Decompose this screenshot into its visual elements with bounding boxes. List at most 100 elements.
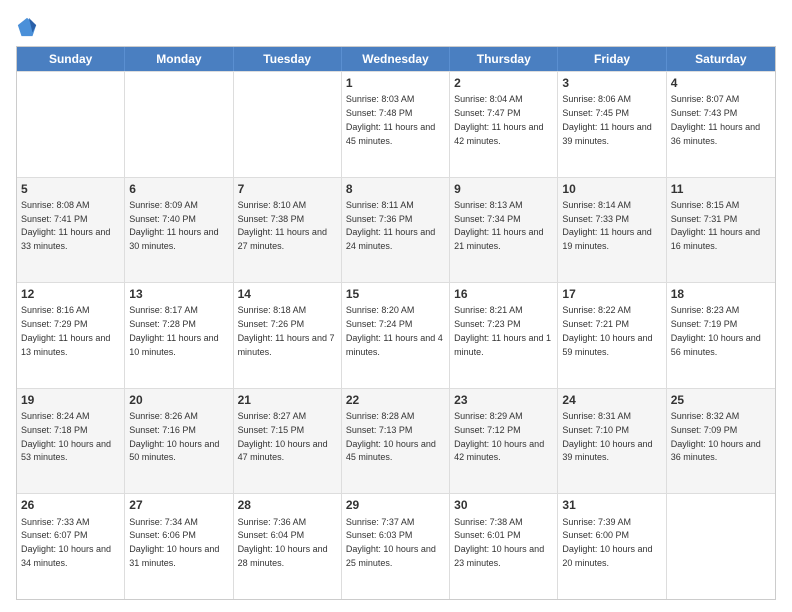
day-number: 1 bbox=[346, 75, 445, 91]
calendar-cell bbox=[125, 72, 233, 177]
calendar-cell: 26Sunrise: 7:33 AM Sunset: 6:07 PM Dayli… bbox=[17, 494, 125, 599]
calendar-cell: 20Sunrise: 8:26 AM Sunset: 7:16 PM Dayli… bbox=[125, 389, 233, 494]
day-number: 16 bbox=[454, 286, 553, 302]
cell-sun-info: Sunrise: 7:36 AM Sunset: 6:04 PM Dayligh… bbox=[238, 517, 328, 568]
day-number: 31 bbox=[562, 497, 661, 513]
calendar-row: 26Sunrise: 7:33 AM Sunset: 6:07 PM Dayli… bbox=[17, 493, 775, 599]
calendar-cell: 6 Sunrise: 8:09 AM Sunset: 7:40 PM Daylig… bbox=[125, 178, 233, 283]
weekday-header: Saturday bbox=[667, 47, 775, 71]
day-number: 11 bbox=[671, 181, 771, 197]
cell-sun-info: Sunrise: 8:17 AM Sunset: 7:28 PM Dayligh… bbox=[129, 305, 218, 356]
calendar-cell: 16 Sunrise: 8:21 AM Sunset: 7:23 PM Dayli… bbox=[450, 283, 558, 388]
calendar-cell: 11 Sunrise: 8:15 AM Sunset: 7:31 PM Dayli… bbox=[667, 178, 775, 283]
calendar-cell: 28 Sunrise: 7:36 AM Sunset: 6:04 PM Dayli… bbox=[234, 494, 342, 599]
cell-sun-info: Sunrise: 8:13 AM Sunset: 7:34 PM Dayligh… bbox=[454, 200, 543, 251]
cell-sun-info: Sunrise: 8:15 AM Sunset: 7:31 PM Dayligh… bbox=[671, 200, 760, 251]
day-number: 10 bbox=[562, 181, 661, 197]
cell-sun-info: Sunrise: 8:06 AM Sunset: 7:45 PM Dayligh… bbox=[562, 94, 651, 145]
cell-sun-info: Sunrise: 8:03 AM Sunset: 7:48 PM Dayligh… bbox=[346, 94, 435, 145]
calendar-cell bbox=[17, 72, 125, 177]
calendar-cell: 15Sunrise: 8:20 AM Sunset: 7:24 PM Dayli… bbox=[342, 283, 450, 388]
calendar-cell: 12 Sunrise: 8:16 AM Sunset: 7:29 PM Dayli… bbox=[17, 283, 125, 388]
calendar-cell: 29 Sunrise: 7:37 AM Sunset: 6:03 PM Dayli… bbox=[342, 494, 450, 599]
calendar-cell: 2Sunrise: 8:04 AM Sunset: 7:47 PM Daylig… bbox=[450, 72, 558, 177]
calendar-row: 5Sunrise: 8:08 AM Sunset: 7:41 PM Daylig… bbox=[17, 177, 775, 283]
calendar-cell: 4 Sunrise: 8:07 AM Sunset: 7:43 PM Daylig… bbox=[667, 72, 775, 177]
weekday-header: Wednesday bbox=[342, 47, 450, 71]
weekday-header: Friday bbox=[558, 47, 666, 71]
calendar-row: 12 Sunrise: 8:16 AM Sunset: 7:29 PM Dayli… bbox=[17, 282, 775, 388]
calendar-cell: 1 Sunrise: 8:03 AM Sunset: 7:48 PM Daylig… bbox=[342, 72, 450, 177]
calendar-cell: 30 Sunrise: 7:38 AM Sunset: 6:01 PM Dayli… bbox=[450, 494, 558, 599]
calendar-cell bbox=[667, 494, 775, 599]
calendar: SundayMondayTuesdayWednesdayThursdayFrid… bbox=[16, 46, 776, 600]
calendar-cell: 24 Sunrise: 8:31 AM Sunset: 7:10 PM Dayli… bbox=[558, 389, 666, 494]
day-number: 3 bbox=[562, 75, 661, 91]
calendar-row: 19Sunrise: 8:24 AM Sunset: 7:18 PM Dayli… bbox=[17, 388, 775, 494]
cell-sun-info: Sunrise: 7:38 AM Sunset: 6:01 PM Dayligh… bbox=[454, 517, 544, 568]
day-number: 9 bbox=[454, 181, 553, 197]
day-number: 8 bbox=[346, 181, 445, 197]
day-number: 23 bbox=[454, 392, 553, 408]
day-number: 30 bbox=[454, 497, 553, 513]
day-number: 4 bbox=[671, 75, 771, 91]
day-number: 22 bbox=[346, 392, 445, 408]
day-number: 29 bbox=[346, 497, 445, 513]
day-number: 27 bbox=[129, 497, 228, 513]
cell-sun-info: Sunrise: 8:22 AM Sunset: 7:21 PM Dayligh… bbox=[562, 305, 652, 356]
calendar-cell: 13Sunrise: 8:17 AM Sunset: 7:28 PM Dayli… bbox=[125, 283, 233, 388]
cell-sun-info: Sunrise: 8:29 AM Sunset: 7:12 PM Dayligh… bbox=[454, 411, 544, 462]
cell-sun-info: Sunrise: 7:39 AM Sunset: 6:00 PM Dayligh… bbox=[562, 517, 652, 568]
cell-sun-info: Sunrise: 8:27 AM Sunset: 7:15 PM Dayligh… bbox=[238, 411, 328, 462]
cell-sun-info: Sunrise: 8:18 AM Sunset: 7:26 PM Dayligh… bbox=[238, 305, 335, 356]
day-number: 25 bbox=[671, 392, 771, 408]
calendar-cell: 25 Sunrise: 8:32 AM Sunset: 7:09 PM Dayli… bbox=[667, 389, 775, 494]
calendar-cell: 8 Sunrise: 8:11 AM Sunset: 7:36 PM Daylig… bbox=[342, 178, 450, 283]
day-number: 26 bbox=[21, 497, 120, 513]
header bbox=[16, 12, 776, 38]
cell-sun-info: Sunrise: 7:34 AM Sunset: 6:06 PM Dayligh… bbox=[129, 517, 219, 568]
day-number: 17 bbox=[562, 286, 661, 302]
cell-sun-info: Sunrise: 8:28 AM Sunset: 7:13 PM Dayligh… bbox=[346, 411, 436, 462]
calendar-cell: 31 Sunrise: 7:39 AM Sunset: 6:00 PM Dayli… bbox=[558, 494, 666, 599]
cell-sun-info: Sunrise: 8:21 AM Sunset: 7:23 PM Dayligh… bbox=[454, 305, 551, 356]
cell-sun-info: Sunrise: 8:10 AM Sunset: 7:38 PM Dayligh… bbox=[238, 200, 327, 251]
calendar-body: 1 Sunrise: 8:03 AM Sunset: 7:48 PM Daylig… bbox=[17, 71, 775, 599]
cell-sun-info: Sunrise: 8:07 AM Sunset: 7:43 PM Dayligh… bbox=[671, 94, 760, 145]
day-number: 28 bbox=[238, 497, 337, 513]
day-number: 24 bbox=[562, 392, 661, 408]
cell-sun-info: Sunrise: 7:37 AM Sunset: 6:03 PM Dayligh… bbox=[346, 517, 436, 568]
day-number: 7 bbox=[238, 181, 337, 197]
day-number: 18 bbox=[671, 286, 771, 302]
calendar-cell: 10 Sunrise: 8:14 AM Sunset: 7:33 PM Dayli… bbox=[558, 178, 666, 283]
cell-sun-info: Sunrise: 8:32 AM Sunset: 7:09 PM Dayligh… bbox=[671, 411, 761, 462]
cell-sun-info: Sunrise: 8:20 AM Sunset: 7:24 PM Dayligh… bbox=[346, 305, 443, 356]
calendar-header: SundayMondayTuesdayWednesdayThursdayFrid… bbox=[17, 47, 775, 71]
cell-sun-info: Sunrise: 8:11 AM Sunset: 7:36 PM Dayligh… bbox=[346, 200, 435, 251]
cell-sun-info: Sunrise: 8:14 AM Sunset: 7:33 PM Dayligh… bbox=[562, 200, 651, 251]
day-number: 2 bbox=[454, 75, 553, 91]
day-number: 19 bbox=[21, 392, 120, 408]
day-number: 14 bbox=[238, 286, 337, 302]
cell-sun-info: Sunrise: 8:16 AM Sunset: 7:29 PM Dayligh… bbox=[21, 305, 110, 356]
page: SundayMondayTuesdayWednesdayThursdayFrid… bbox=[0, 0, 792, 612]
day-number: 21 bbox=[238, 392, 337, 408]
calendar-cell: 7 Sunrise: 8:10 AM Sunset: 7:38 PM Daylig… bbox=[234, 178, 342, 283]
cell-sun-info: Sunrise: 8:09 AM Sunset: 7:40 PM Dayligh… bbox=[129, 200, 218, 251]
calendar-cell: 14 Sunrise: 8:18 AM Sunset: 7:26 PM Dayli… bbox=[234, 283, 342, 388]
day-number: 20 bbox=[129, 392, 228, 408]
logo-icon bbox=[16, 16, 38, 38]
calendar-cell: 3 Sunrise: 8:06 AM Sunset: 7:45 PM Daylig… bbox=[558, 72, 666, 177]
weekday-header: Monday bbox=[125, 47, 233, 71]
calendar-cell: 18 Sunrise: 8:23 AM Sunset: 7:19 PM Dayli… bbox=[667, 283, 775, 388]
day-number: 6 bbox=[129, 181, 228, 197]
calendar-cell: 9 Sunrise: 8:13 AM Sunset: 7:34 PM Daylig… bbox=[450, 178, 558, 283]
cell-sun-info: Sunrise: 8:08 AM Sunset: 7:41 PM Dayligh… bbox=[21, 200, 110, 251]
logo bbox=[16, 16, 40, 38]
cell-sun-info: Sunrise: 8:31 AM Sunset: 7:10 PM Dayligh… bbox=[562, 411, 652, 462]
cell-sun-info: Sunrise: 8:23 AM Sunset: 7:19 PM Dayligh… bbox=[671, 305, 761, 356]
calendar-cell: 21 Sunrise: 8:27 AM Sunset: 7:15 PM Dayli… bbox=[234, 389, 342, 494]
day-number: 12 bbox=[21, 286, 120, 302]
calendar-cell: 17 Sunrise: 8:22 AM Sunset: 7:21 PM Dayli… bbox=[558, 283, 666, 388]
calendar-cell bbox=[234, 72, 342, 177]
